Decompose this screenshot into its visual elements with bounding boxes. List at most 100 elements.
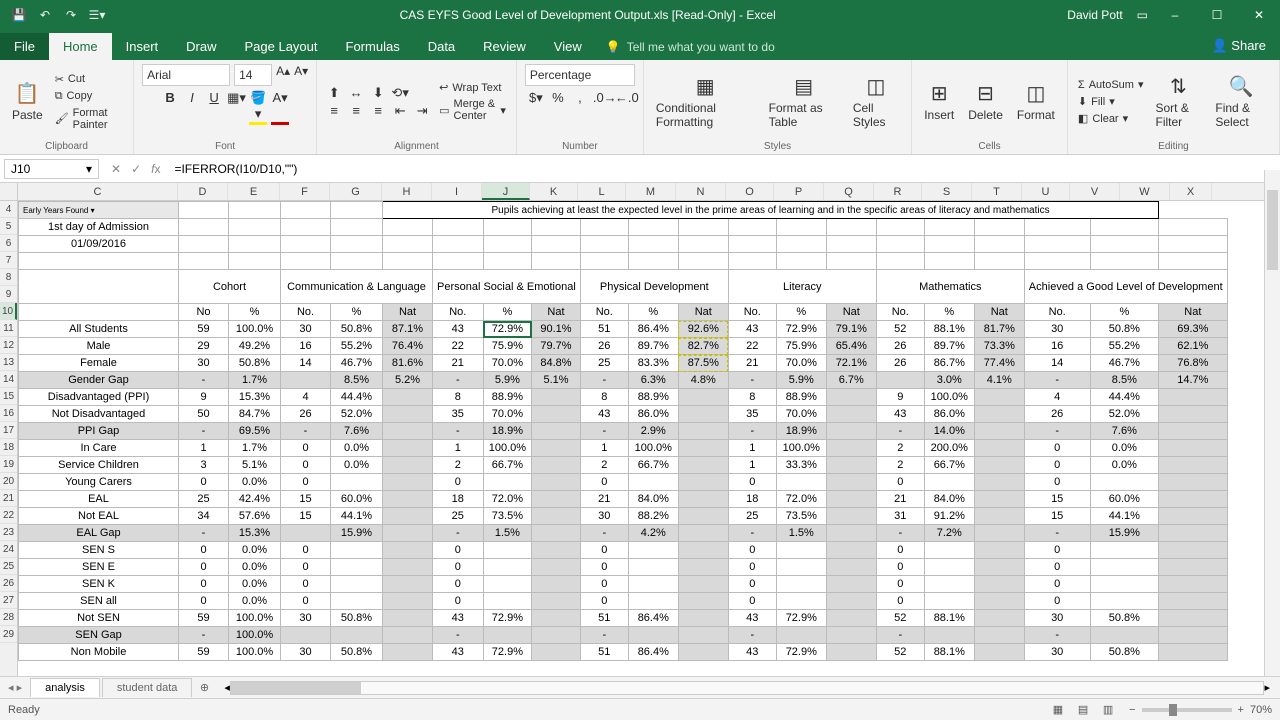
bulb-icon: 💡: [606, 40, 621, 54]
increase-font-icon[interactable]: A▴: [276, 64, 290, 86]
indent-decrease-icon[interactable]: ⇤: [391, 103, 409, 119]
close-button[interactable]: ✕: [1238, 0, 1280, 30]
zoom-out-icon[interactable]: −: [1129, 704, 1135, 716]
redo-icon[interactable]: ↷: [62, 8, 80, 22]
save-icon[interactable]: 💾: [10, 8, 28, 22]
account-icon[interactable]: ▭: [1131, 8, 1154, 22]
align-center-icon[interactable]: ≡: [347, 103, 365, 119]
format-painter-button[interactable]: 🖌Format Painter: [53, 106, 125, 132]
currency-icon[interactable]: $▾: [527, 90, 545, 106]
worksheet-grid[interactable]: Early Years Found ▾Pupils achieving at l…: [18, 201, 1228, 661]
format-cells-button[interactable]: ◫Format: [1013, 79, 1059, 124]
cut-button[interactable]: ✂Cut: [53, 72, 125, 87]
clear-button[interactable]: ◧Clear▾: [1076, 111, 1146, 126]
status-bar: Ready ▦ ▤ ▥ − + 70%: [0, 698, 1280, 720]
bold-button[interactable]: B: [161, 90, 179, 125]
copy-button[interactable]: ⧉Copy: [53, 89, 125, 104]
orientation-icon[interactable]: ⟲▾: [391, 85, 409, 101]
underline-button[interactable]: U: [205, 90, 223, 125]
number-format-combo[interactable]: Percentage: [525, 64, 635, 86]
brush-icon: 🖌: [55, 112, 69, 125]
window-title: CAS EYFS Good Level of Development Outpu…: [116, 8, 1059, 22]
wrap-text-button[interactable]: ↩Wrap Text: [437, 80, 508, 95]
cell-styles-button[interactable]: ◫Cell Styles: [849, 72, 903, 131]
minimize-button[interactable]: –: [1154, 0, 1196, 30]
cancel-formula-icon[interactable]: ✕: [111, 162, 121, 176]
zoom-level[interactable]: 70%: [1250, 704, 1272, 716]
percent-icon[interactable]: %: [549, 90, 567, 106]
tab-file[interactable]: File: [0, 33, 49, 60]
maximize-button[interactable]: ☐: [1196, 0, 1238, 30]
tab-data[interactable]: Data: [414, 33, 469, 60]
fill-button[interactable]: ⬇Fill▾: [1076, 94, 1146, 109]
font-name-combo[interactable]: Arial: [142, 64, 230, 86]
insert-icon: ⊞: [931, 81, 948, 106]
cond-fmt-icon: ▦: [696, 74, 715, 99]
sigma-icon: Σ: [1078, 79, 1085, 91]
zoom-in-icon[interactable]: +: [1238, 704, 1244, 716]
status-text: Ready: [8, 704, 40, 716]
copy-icon: ⧉: [55, 90, 63, 103]
horizontal-scrollbar[interactable]: ◂▸: [224, 681, 1270, 695]
increase-decimal-icon[interactable]: .0→: [593, 90, 611, 106]
tab-home[interactable]: Home: [49, 33, 112, 60]
align-right-icon[interactable]: ≡: [369, 103, 387, 119]
border-button[interactable]: ▦▾: [227, 90, 245, 125]
sheet-tab-active[interactable]: analysis: [30, 678, 100, 697]
tab-view[interactable]: View: [540, 33, 596, 60]
italic-button[interactable]: I: [183, 90, 201, 125]
sheet-tab-bar: ◂ ▸ analysis student data ⊕ ◂▸: [0, 676, 1280, 698]
formula-bar: J10▾ ✕ ✓ fx =IFERROR(I10/D10,""): [0, 155, 1280, 183]
table-icon: ▤: [794, 74, 813, 99]
zoom-control[interactable]: − + 70%: [1129, 704, 1272, 716]
tab-insert[interactable]: Insert: [112, 33, 173, 60]
fill-color-button[interactable]: 🪣▾: [249, 90, 267, 125]
align-top-icon[interactable]: ⬆: [325, 85, 343, 101]
vertical-scrollbar[interactable]: [1264, 170, 1280, 676]
column-headers[interactable]: CDEFGHIJKLMNOPQRSTUVWX: [0, 183, 1280, 201]
align-middle-icon[interactable]: ↔: [347, 85, 365, 101]
tab-page-layout[interactable]: Page Layout: [231, 33, 332, 60]
autosum-button[interactable]: ΣAutoSum▾: [1076, 77, 1146, 92]
decrease-font-icon[interactable]: A▾: [294, 64, 308, 86]
ribbon: 📋Paste ✂Cut ⧉Copy 🖌Format Painter Clipbo…: [0, 60, 1280, 155]
share-button[interactable]: 👤 Share: [1197, 32, 1280, 60]
format-icon: ◫: [1026, 81, 1045, 106]
align-left-icon[interactable]: ≡: [325, 103, 343, 119]
align-bottom-icon[interactable]: ⬇: [369, 85, 387, 101]
delete-cells-button[interactable]: ⊟Delete: [964, 79, 1007, 124]
page-break-view-icon[interactable]: ▥: [1097, 703, 1119, 716]
comma-icon[interactable]: ,: [571, 90, 589, 106]
touch-icon[interactable]: ☰▾: [88, 8, 106, 22]
fx-icon[interactable]: fx: [151, 162, 160, 176]
normal-view-icon[interactable]: ▦: [1047, 703, 1069, 716]
tellme-search[interactable]: 💡Tell me what you want to do: [596, 34, 1198, 60]
enter-formula-icon[interactable]: ✓: [131, 162, 141, 176]
tab-review[interactable]: Review: [469, 33, 540, 60]
sort-icon: ⇅: [1170, 74, 1187, 99]
formula-input[interactable]: =IFERROR(I10/D10,""): [168, 162, 1280, 176]
clipboard-icon: 📋: [15, 81, 40, 106]
paste-button[interactable]: 📋Paste: [8, 79, 47, 124]
sheet-nav-prev[interactable]: ◂ ▸: [0, 681, 30, 694]
conditional-formatting-button[interactable]: ▦Conditional Formatting: [652, 72, 759, 131]
user-name[interactable]: David Pott: [1059, 8, 1130, 22]
row-headers[interactable]: 4567891011121314151617181920212223242526…: [0, 201, 18, 679]
find-select-button[interactable]: 🔍Find & Select: [1211, 72, 1271, 131]
tab-draw[interactable]: Draw: [172, 33, 230, 60]
sheet-tab-other[interactable]: student data: [102, 678, 193, 697]
indent-increase-icon[interactable]: ⇥: [413, 103, 431, 119]
font-size-combo[interactable]: 14: [234, 64, 272, 86]
merge-center-button[interactable]: ▭Merge & Center▾: [437, 97, 508, 123]
undo-icon[interactable]: ↶: [36, 8, 54, 22]
font-color-button[interactable]: A▾: [271, 90, 289, 125]
sort-filter-button[interactable]: ⇅Sort & Filter: [1152, 72, 1206, 131]
page-layout-view-icon[interactable]: ▤: [1072, 703, 1094, 716]
decrease-decimal-icon[interactable]: ←.0: [615, 90, 633, 106]
name-box[interactable]: J10▾: [4, 159, 99, 179]
add-sheet-button[interactable]: ⊕: [194, 681, 214, 694]
format-as-table-button[interactable]: ▤Format as Table: [765, 72, 843, 131]
tab-formulas[interactable]: Formulas: [332, 33, 414, 60]
fill-icon: ⬇: [1078, 95, 1087, 108]
insert-cells-button[interactable]: ⊞Insert: [920, 79, 958, 124]
